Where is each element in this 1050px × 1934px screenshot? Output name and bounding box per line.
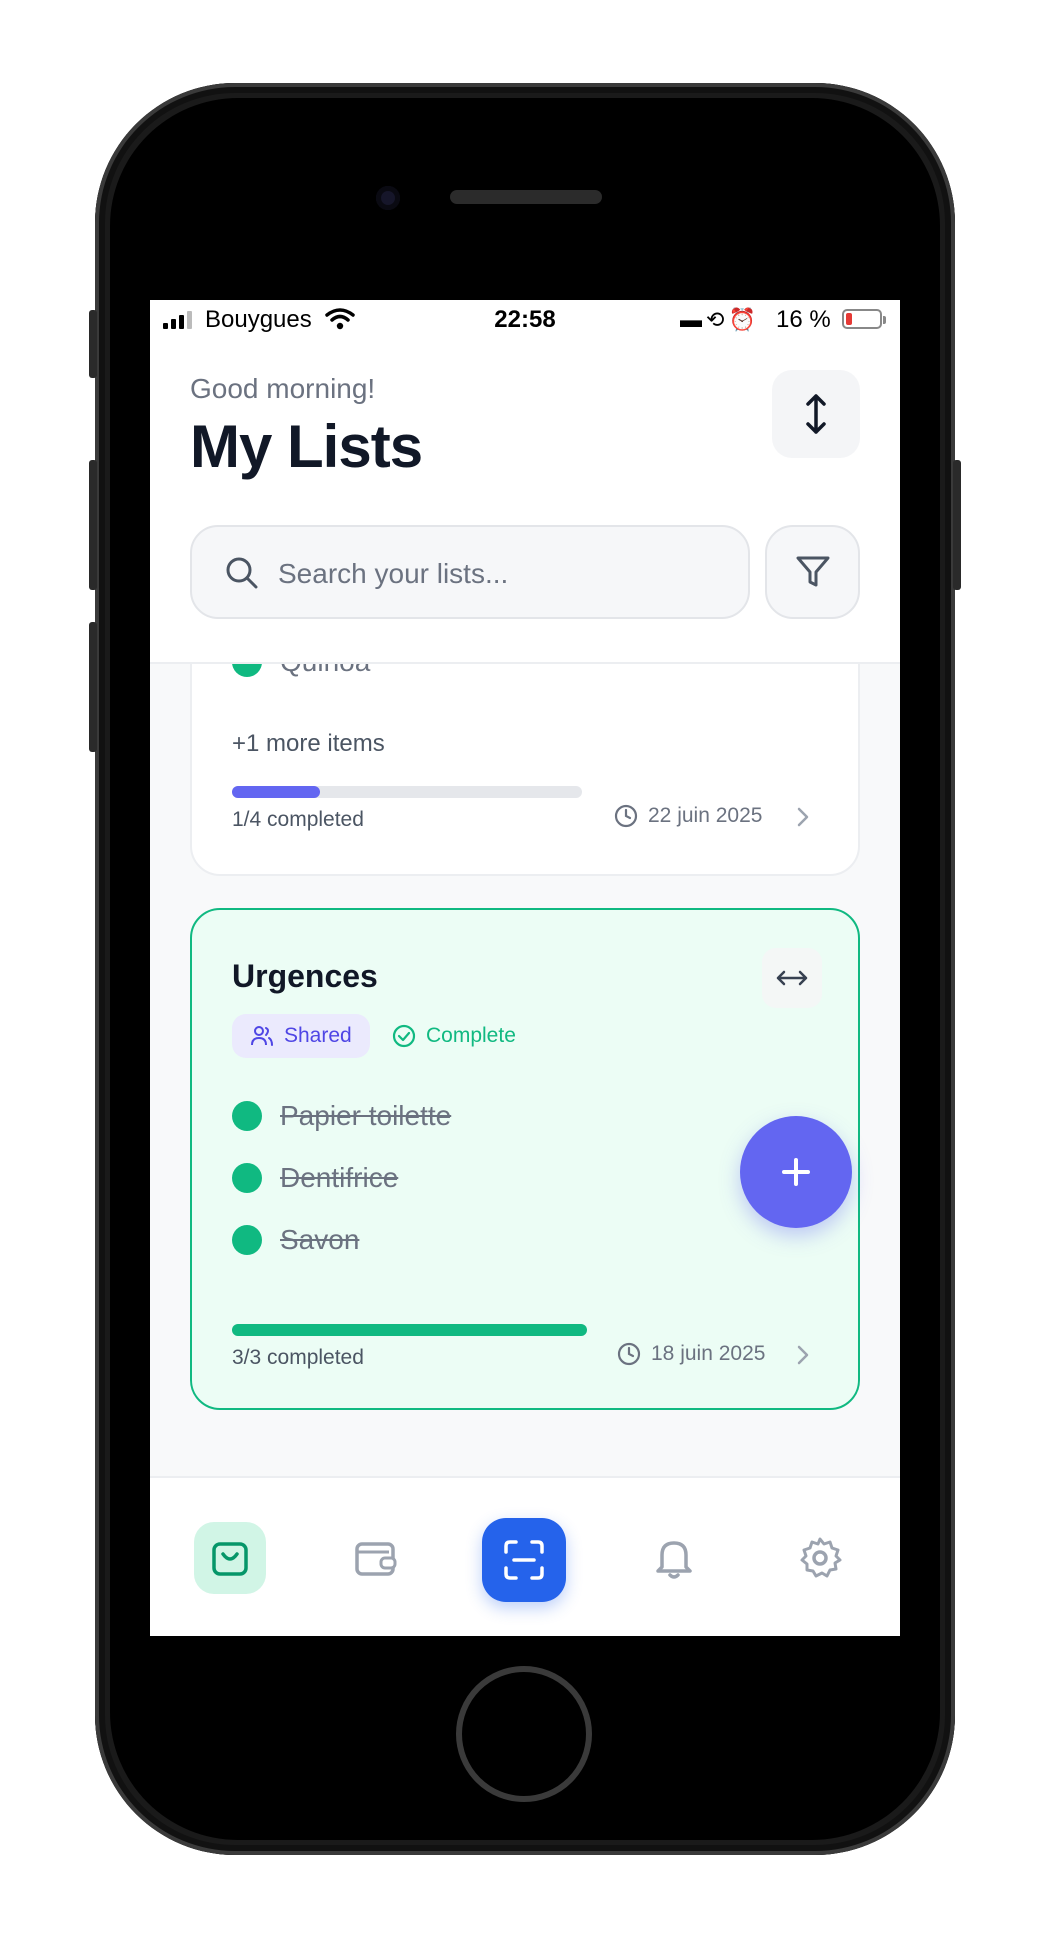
item-label: Dentifrice (280, 1162, 399, 1193)
tab-lists[interactable] (194, 1522, 266, 1594)
greeting: Good morning! (190, 373, 376, 404)
shared-label: Shared (284, 1024, 352, 1047)
progress-fill (232, 786, 320, 798)
plus-icon (782, 1158, 810, 1186)
status-bar: Bouygues 22:58 ▬⟲⏰ 16 % (150, 300, 900, 340)
list-item[interactable]: Quinoa (232, 664, 370, 678)
chevron-right-icon[interactable] (796, 806, 810, 828)
filter-button[interactable] (765, 525, 860, 619)
list-item[interactable]: Dentifrice (232, 1162, 398, 1194)
drag-handle[interactable] (762, 948, 822, 1008)
checked-icon (232, 1163, 262, 1193)
chevron-right-icon[interactable] (796, 1344, 810, 1366)
date-label: 22 juin 2025 (648, 804, 763, 827)
sort-button[interactable] (772, 370, 860, 458)
checked-icon (232, 664, 262, 677)
list-title: Urgences (232, 958, 378, 994)
front-camera (376, 186, 400, 210)
power-button (953, 460, 961, 590)
clock-icon (617, 1342, 641, 1366)
date-label: 18 juin 2025 (651, 1342, 766, 1365)
alarm-icon: ⏰ (728, 307, 760, 332)
shared-badge: Shared (232, 1014, 370, 1058)
progress-fill (232, 1324, 587, 1336)
item-label: Savon (280, 1224, 360, 1255)
tab-scan[interactable] (482, 1518, 566, 1602)
tab-bar (150, 1476, 900, 1636)
list-card[interactable]: Quinoa +1 more items 1/4 completed 22 ju… (190, 664, 860, 876)
gear-icon (800, 1537, 842, 1578)
list-item[interactable]: Savon (232, 1224, 359, 1256)
bed-icon: ▬ (680, 307, 706, 332)
sort-icon (806, 394, 826, 434)
bell-icon (656, 1541, 692, 1579)
volume-down-button (89, 622, 97, 752)
check-circle-icon (392, 1024, 416, 1048)
search-icon (226, 557, 258, 589)
item-label: Quinoa (280, 664, 370, 678)
header: Good morning! My Lists (150, 340, 900, 664)
shopping-bag-icon (212, 1542, 248, 1576)
progress-label: 1/4 completed (232, 808, 364, 831)
search-box (190, 525, 750, 619)
battery-percent: 16 % (776, 306, 831, 333)
page-title: My Lists (190, 413, 423, 480)
checked-icon (232, 1225, 262, 1255)
lists-scroll-area[interactable]: Quinoa +1 more items 1/4 completed 22 ju… (150, 664, 900, 1474)
progress-label: 3/3 completed (232, 1346, 364, 1369)
progress-bar (232, 1324, 587, 1336)
earpiece-speaker (450, 190, 602, 204)
wallet-icon (355, 1542, 397, 1576)
item-label: Papier toilette (280, 1100, 452, 1131)
screen: Bouygues 22:58 ▬⟲⏰ 16 % Good morning! My… (150, 300, 900, 1636)
checked-icon (232, 1101, 262, 1131)
clock-icon (614, 804, 638, 828)
mute-switch (89, 310, 97, 378)
tab-wallet[interactable] (340, 1522, 412, 1594)
more-items-label: +1 more items (232, 730, 385, 757)
volume-up-button (89, 460, 97, 590)
battery-icon (842, 309, 886, 329)
tab-notifications[interactable] (638, 1522, 710, 1594)
tab-settings[interactable] (784, 1522, 856, 1594)
complete-label: Complete (426, 1024, 516, 1047)
list-date: 22 juin 2025 (614, 804, 762, 828)
list-item[interactable]: Papier toilette (232, 1100, 451, 1132)
orientation-lock-icon: ⟲ (706, 307, 729, 332)
complete-badge: Complete (392, 1014, 516, 1058)
search-input[interactable] (276, 547, 730, 601)
home-button[interactable] (456, 1666, 592, 1802)
filter-icon (796, 556, 829, 587)
scan-icon (504, 1540, 544, 1580)
progress-bar (232, 786, 582, 798)
horizontal-arrows-icon (776, 970, 808, 986)
list-date: 18 juin 2025 (617, 1342, 765, 1366)
add-list-button[interactable] (740, 1116, 852, 1228)
users-icon (251, 1026, 273, 1046)
